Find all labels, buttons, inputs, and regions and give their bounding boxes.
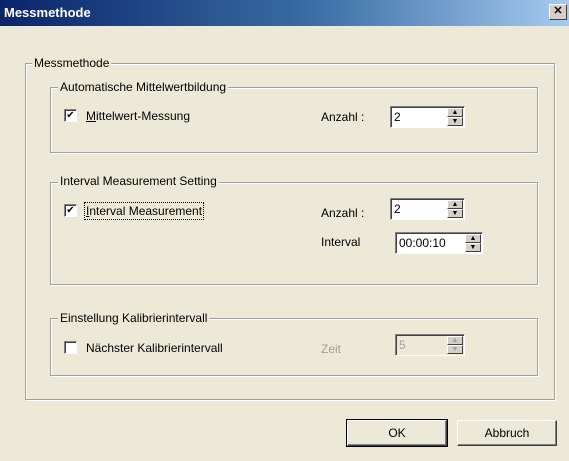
auto-count-value: 2 (394, 110, 401, 124)
interval-count-spinner[interactable]: 2 ▲ ▼ (390, 198, 465, 220)
calib-checkbox[interactable] (64, 341, 77, 354)
interval-count-label: Anzahl : (321, 206, 365, 220)
interval-time-label: Interval (321, 235, 361, 249)
auto-count-arrows[interactable]: ▲ ▼ (447, 108, 463, 126)
main-group-legend: Messmethode (32, 56, 112, 70)
interval-time-spinner[interactable]: 00:00:10 ▲ ▼ (395, 232, 483, 254)
spin-down-icon[interactable]: ▼ (447, 117, 463, 126)
calib-time-label: Zeit (321, 342, 342, 356)
spin-up-icon[interactable]: ▲ (447, 200, 463, 209)
mittelwert-checkbox[interactable] (64, 109, 77, 122)
window-title: Messmethode (4, 5, 91, 20)
mittelwert-label[interactable]: Mittelwert-Messung (86, 109, 190, 123)
interval-time-value: 00:00:10 (399, 236, 446, 250)
spin-down-icon[interactable]: ▼ (465, 243, 481, 252)
calib-time-value: 5 (399, 338, 406, 352)
dialog-window: Messmethode ✕ Messmethode Automatische M… (0, 0, 569, 461)
interval-time-arrows[interactable]: ▲ ▼ (465, 234, 481, 252)
interval-count-arrows[interactable]: ▲ ▼ (447, 200, 463, 218)
spin-down-icon[interactable]: ▼ (447, 209, 463, 218)
spin-down-icon[interactable]: ▼ (447, 345, 463, 354)
title-bar[interactable]: Messmethode ✕ (0, 0, 569, 26)
calib-label[interactable]: Nächster Kalibrierintervall (86, 341, 223, 355)
auto-group-legend: Automatische Mittelwertbildung (58, 80, 229, 94)
spin-up-icon[interactable]: ▲ (465, 234, 481, 243)
interval-checkbox[interactable] (64, 204, 77, 217)
calib-time-spinner[interactable]: 5 ▲ ▼ (395, 334, 465, 356)
spin-up-icon[interactable]: ▲ (447, 336, 463, 345)
cancel-button[interactable]: Abbruch (457, 420, 557, 446)
interval-group-legend: Interval Measurement Setting (58, 174, 219, 188)
interval-count-value: 2 (394, 202, 401, 216)
calib-group-legend: Einstellung Kalibrierintervall (58, 311, 210, 325)
calib-time-arrows[interactable]: ▲ ▼ (447, 336, 463, 354)
auto-count-spinner[interactable]: 2 ▲ ▼ (390, 106, 465, 128)
auto-count-label: Anzahl : (321, 110, 365, 124)
spin-up-icon[interactable]: ▲ (447, 108, 463, 117)
interval-label[interactable]: Interval Measurement (83, 202, 205, 220)
close-icon[interactable]: ✕ (549, 4, 567, 20)
ok-button[interactable]: OK (346, 419, 448, 447)
